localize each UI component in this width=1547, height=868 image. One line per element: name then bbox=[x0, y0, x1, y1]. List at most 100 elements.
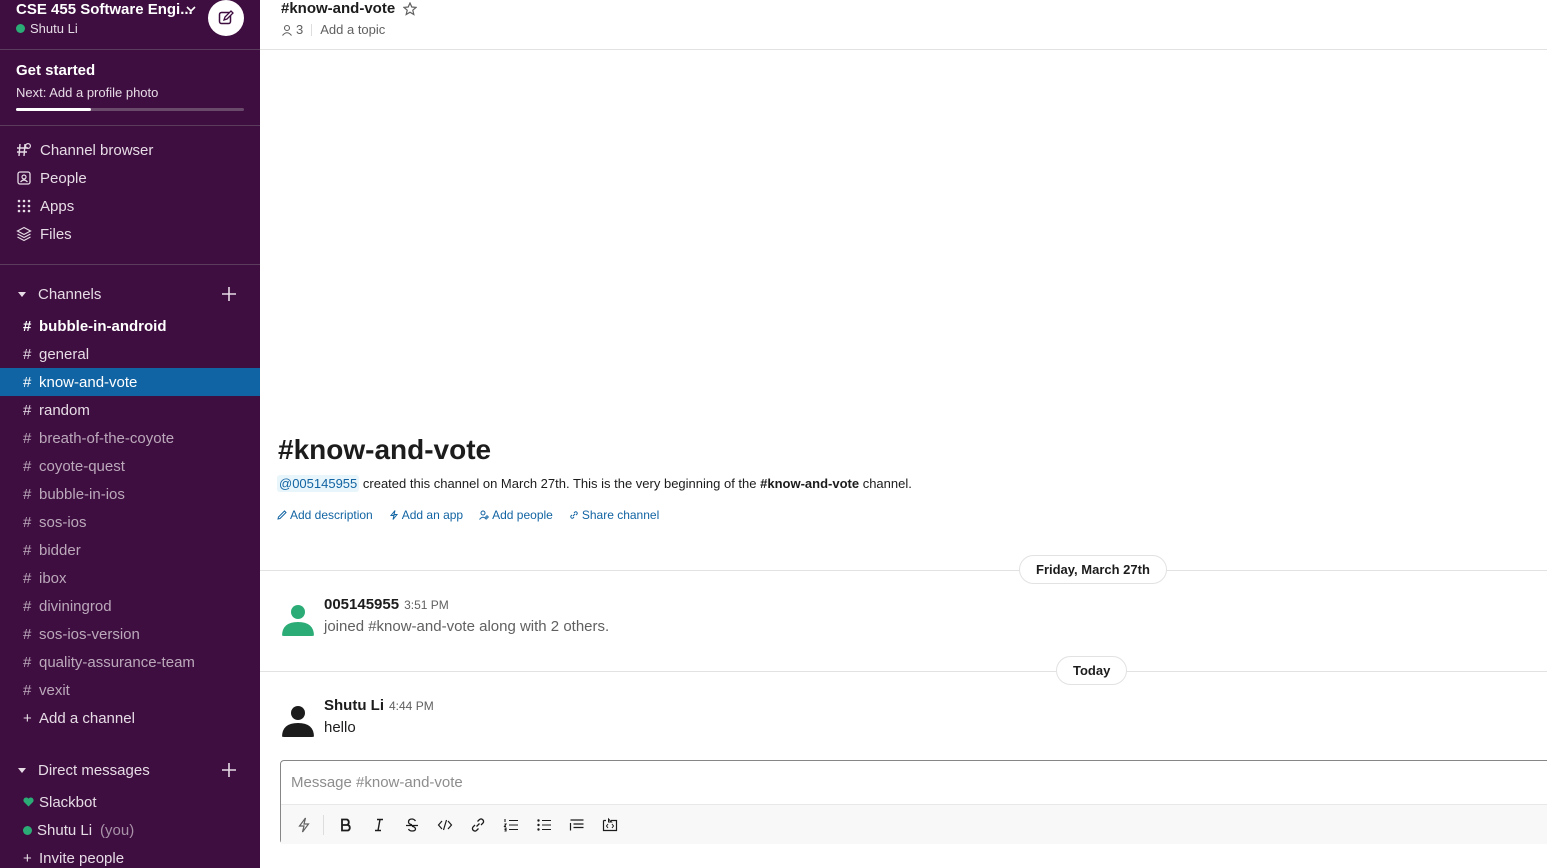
nav-item-people[interactable]: People bbox=[0, 164, 260, 192]
channel-intro-title: #know-and-vote bbox=[278, 434, 492, 465]
sidebar-divider bbox=[0, 264, 260, 265]
add-topic-link[interactable]: Add a topic bbox=[320, 22, 385, 37]
date-pill-today[interactable]: Today bbox=[1056, 656, 1128, 685]
channel-label: coyote-quest bbox=[39, 457, 125, 475]
sidebar-item-breath-of-the-coyote[interactable]: # breath-of-the-coyote bbox=[0, 424, 260, 452]
add-app-link[interactable]: Add an app bbox=[389, 508, 463, 522]
sidebar-item-general[interactable]: # general bbox=[0, 340, 260, 368]
hash-icon: # bbox=[23, 345, 32, 363]
caret-down-icon[interactable] bbox=[16, 288, 28, 300]
channel-label: bubble-in-android bbox=[39, 317, 167, 335]
share-channel-link[interactable]: Share channel bbox=[569, 508, 659, 522]
bolt-icon bbox=[389, 510, 398, 520]
pencil-icon bbox=[277, 510, 287, 520]
sidebar-item-bubble-in-ios[interactable]: # bubble-in-ios bbox=[0, 480, 260, 508]
sidebar-item-sos-ios-version[interactable]: # sos-ios-version bbox=[0, 620, 260, 648]
message-author-name[interactable]: Shutu Li bbox=[324, 697, 384, 714]
sidebar-item-diviningrod[interactable]: # diviningrod bbox=[0, 592, 260, 620]
creator-mention[interactable]: @005145955 bbox=[277, 475, 360, 492]
strikethrough-icon bbox=[406, 817, 418, 832]
files-icon bbox=[16, 226, 32, 242]
add-channel-link[interactable]: + Add a channel bbox=[0, 704, 260, 732]
channels-section-title: Channels bbox=[38, 285, 102, 303]
dm-item-label: Slackbot bbox=[39, 793, 97, 811]
message-item[interactable]: 005145955 3:51 PM joined #know-and-vote a… bbox=[280, 596, 1540, 640]
nav-item-files[interactable]: Files bbox=[0, 220, 260, 248]
dm-section-header[interactable]: Direct messages bbox=[0, 756, 260, 784]
nav-item-label: Channel browser bbox=[40, 141, 154, 159]
ordered-list-button[interactable] bbox=[497, 811, 525, 839]
sidebar-item-random[interactable]: # random bbox=[0, 396, 260, 424]
sidebar-item-sos-ios[interactable]: # sos-ios bbox=[0, 508, 260, 536]
hash-icon: # bbox=[23, 653, 32, 671]
avatar[interactable] bbox=[280, 600, 316, 636]
apps-icon bbox=[16, 198, 32, 214]
invite-people-link[interactable]: + Invite people bbox=[0, 844, 260, 868]
member-count[interactable]: 3 bbox=[296, 22, 303, 37]
message-author[interactable]: Shutu Li 4:44 PM bbox=[324, 697, 434, 714]
shortcuts-button[interactable] bbox=[290, 811, 318, 839]
sidebar-item-bubble-in-android[interactable]: # bubble-in-android bbox=[0, 312, 260, 340]
add-people-label: Add people bbox=[492, 508, 553, 522]
message-timestamp[interactable]: 4:44 PM bbox=[389, 699, 434, 713]
code-button[interactable] bbox=[431, 811, 459, 839]
channel-label: bidder bbox=[39, 541, 81, 559]
workspace-header[interactable]: CSE 455 Software Engi... Shutu Li bbox=[0, 0, 260, 50]
sidebar-item-coyote-quest[interactable]: # coyote-quest bbox=[0, 452, 260, 480]
toolbar-separator bbox=[323, 814, 324, 835]
plus-icon: + bbox=[23, 709, 32, 727]
link-button[interactable] bbox=[464, 811, 492, 839]
code-block-button[interactable] bbox=[596, 811, 624, 839]
bulleted-list-button[interactable] bbox=[530, 811, 558, 839]
dm-item-slackbot[interactable]: Slackbot bbox=[0, 788, 260, 816]
sidebar-item-quality-assurance-team[interactable]: # quality-assurance-team bbox=[0, 648, 260, 676]
caret-down-icon[interactable] bbox=[16, 764, 28, 776]
hash-icon: # bbox=[23, 485, 32, 503]
ordered-list-icon bbox=[503, 818, 518, 832]
member-icon[interactable] bbox=[281, 24, 293, 36]
link-icon bbox=[471, 817, 485, 832]
compose-button[interactable] bbox=[208, 0, 244, 36]
strikethrough-button[interactable] bbox=[398, 811, 426, 839]
avatar[interactable] bbox=[280, 701, 316, 737]
code-icon bbox=[437, 819, 453, 830]
dm-item-self[interactable]: Shutu Li (you) bbox=[0, 816, 260, 844]
channels-section-header[interactable]: Channels bbox=[0, 280, 260, 308]
date-divider bbox=[260, 671, 1547, 672]
date-pill-friday[interactable]: Friday, March 27th bbox=[1019, 555, 1167, 584]
add-channel-label: Add a channel bbox=[39, 709, 135, 727]
message-input[interactable] bbox=[291, 769, 1531, 795]
sidebar-item-know-and-vote[interactable]: # know-and-vote bbox=[0, 368, 260, 396]
channel-label: random bbox=[39, 401, 90, 419]
message-author-name[interactable]: 005145955 bbox=[324, 596, 399, 613]
add-people-link[interactable]: Add people bbox=[479, 508, 553, 522]
channel-title[interactable]: #know-and-vote bbox=[281, 0, 395, 17]
italic-button[interactable] bbox=[365, 811, 393, 839]
message-author[interactable]: 005145955 3:51 PM bbox=[324, 596, 449, 613]
nav-item-apps[interactable]: Apps bbox=[0, 192, 260, 220]
dm-list: Slackbot Shutu Li (you) + Invite people bbox=[0, 788, 260, 868]
sidebar-item-vexit[interactable]: # vexit bbox=[0, 676, 260, 704]
add-description-link[interactable]: Add description bbox=[277, 508, 373, 522]
intro-text-after: channel. bbox=[859, 476, 912, 491]
message-item[interactable]: Shutu Li 4:44 PM hello bbox=[280, 697, 1540, 741]
nav-item-label: People bbox=[40, 169, 87, 187]
workspace-name[interactable]: CSE 455 Software Engi... bbox=[16, 1, 193, 18]
current-user[interactable]: Shutu Li bbox=[16, 21, 78, 36]
add-dm-plus-icon[interactable] bbox=[221, 762, 237, 778]
chevron-down-icon[interactable] bbox=[186, 4, 196, 14]
bold-button[interactable] bbox=[332, 811, 360, 839]
sidebar-item-bidder[interactable]: # bidder bbox=[0, 536, 260, 564]
sidebar-item-ibox[interactable]: # ibox bbox=[0, 564, 260, 592]
message-composer bbox=[280, 760, 1547, 844]
message-timestamp[interactable]: 3:51 PM bbox=[404, 598, 449, 612]
add-channel-plus-icon[interactable] bbox=[221, 286, 237, 302]
star-icon[interactable] bbox=[403, 2, 417, 16]
channel-label: bubble-in-ios bbox=[39, 485, 125, 503]
dm-item-label: Shutu Li bbox=[37, 821, 93, 839]
get-started-panel[interactable]: Get started Next: Add a profile photo bbox=[0, 50, 260, 126]
nav-item-channel-browser[interactable]: Channel browser bbox=[0, 136, 260, 164]
blockquote-button[interactable] bbox=[563, 811, 591, 839]
intro-channel-name: #know-and-vote bbox=[760, 476, 860, 491]
sidebar-nav: Channel browser People Apps Files bbox=[0, 136, 260, 248]
